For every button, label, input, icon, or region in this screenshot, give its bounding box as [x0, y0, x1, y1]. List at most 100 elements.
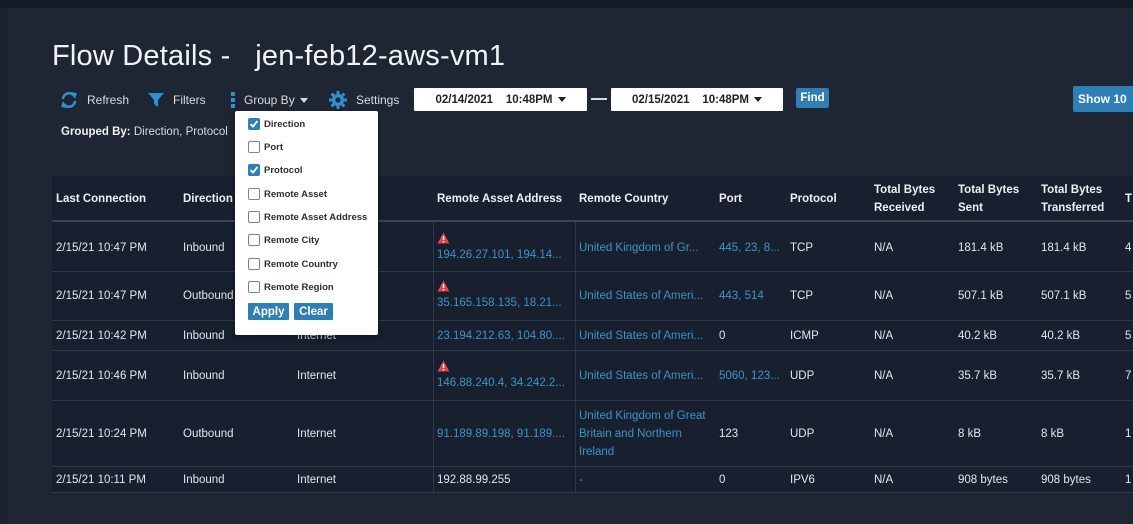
grouped-by-label: Grouped By: [61, 126, 131, 138]
cell-text: 908 bytes [1041, 473, 1091, 486]
settings-button[interactable]: Settings [328, 87, 399, 113]
cell-direction: Inbound [183, 467, 291, 492]
cell-text: IPV6 [790, 473, 815, 486]
date-from-picker[interactable]: 02/14/2021 10:48PM [414, 88, 587, 111]
filter-icon [147, 91, 165, 109]
cell-protocol: IPV6 [790, 467, 868, 492]
cell-port[interactable]: 5060, 123... [719, 351, 784, 400]
cell-text: N/A [874, 290, 894, 302]
flow-table: Last Connection Direction Remote Asset Add… [52, 176, 1133, 493]
checkbox[interactable] [248, 188, 260, 200]
warning-icon [437, 280, 573, 294]
group-option-protocol[interactable]: Protocol [248, 162, 303, 178]
cell-text: 507.1 kB [1041, 290, 1087, 302]
group-option-remote-country[interactable]: Remote Country [248, 256, 338, 272]
table-row[interactable]: 2/15/21 10:47 PM Outbound 35.165.158.135, … [52, 272, 1133, 321]
column-header-remote-asset-address[interactable]: Remote Asset Address [437, 176, 573, 222]
cell-remote-country[interactable]: United Kingdom of Great Britain and Nort… [579, 401, 713, 466]
table-row[interactable]: 2/15/21 10:47 PM Inbound 194.26.27.101, 19… [52, 224, 1133, 272]
cell-text: Internet [297, 473, 336, 486]
cell-extra: 1 [1125, 401, 1133, 466]
cell-text: 2/15/21 10:11 PM [56, 473, 146, 486]
table-row[interactable]: 2/15/21 10:42 PM Inbound Internet 23.194.21… [52, 321, 1133, 351]
clear-button[interactable]: Clear [294, 303, 333, 320]
table-row[interactable]: 2/15/21 10:24 PM Outbound Internet 91.189.8… [52, 401, 1133, 467]
checkmark-icon [249, 120, 259, 128]
cell-remote-asset-address[interactable]: 35.165.158.135, 18.21... [437, 272, 573, 320]
cell-port[interactable]: 443, 514 [719, 272, 784, 320]
cell-text: 123 [719, 427, 739, 440]
cell-direction: Inbound [183, 351, 291, 400]
checkbox[interactable] [248, 258, 260, 270]
cell-text: 2/15/21 10:42 PM [56, 329, 147, 342]
group-option-remote-city[interactable]: Remote City [248, 232, 319, 248]
column-header-protocol[interactable]: Protocol [790, 176, 868, 222]
filters-button[interactable]: Filters [147, 87, 206, 113]
filters-label: Filters [173, 93, 206, 107]
column-header-total-bytes-received[interactable]: Total Bytes Received [874, 176, 952, 222]
cell-remote-country[interactable]: United States of Ameri... [579, 321, 713, 350]
cell-remote-country[interactable]: United Kingdom of Gr... [579, 224, 713, 271]
group-by-button[interactable]: Group By [230, 87, 308, 113]
cell-total-bytes-received: N/A [874, 321, 952, 350]
checkbox[interactable] [248, 234, 260, 246]
group-option-remote-asset-address[interactable]: Remote Asset Address [248, 209, 367, 225]
cell-remote-country[interactable]: - [579, 467, 713, 492]
cell-text: 23.194.212.63, 104.80.... [437, 329, 565, 342]
table-row[interactable]: 2/15/21 10:46 PM Inbound Internet 146.88.24… [52, 351, 1133, 401]
cell-port[interactable]: 445, 23, 8... [719, 224, 784, 271]
cell-text: 908 bytes [958, 473, 1008, 486]
column-header-port[interactable]: Port [719, 176, 784, 222]
checkbox[interactable] [248, 164, 260, 176]
show-count-button[interactable]: Show 10 [1073, 86, 1133, 112]
cell-remote-asset-address[interactable]: 146.88.240.4, 34.242.2... [437, 351, 573, 400]
checkbox[interactable] [248, 141, 260, 153]
checkbox[interactable] [248, 281, 260, 293]
table-header: Last Connection Direction Remote Asset Add… [52, 176, 1133, 222]
column-header-last-connection[interactable]: Last Connection [56, 176, 177, 222]
cell-text: 35.7 kB [958, 369, 997, 382]
cell-text: 4 [1125, 241, 1132, 254]
cell-total-bytes-transferred: 35.7 kB [1041, 351, 1119, 400]
checkbox[interactable] [248, 118, 260, 130]
cell-remote-asset-address[interactable]: 194.26.27.101, 194.14... [437, 224, 573, 271]
group-option-remote-asset[interactable]: Remote Asset [248, 186, 327, 202]
cell-total-bytes-sent: 507.1 kB [958, 272, 1035, 320]
cell-text: 35.7 kB [1041, 369, 1080, 382]
cell-remote-country[interactable]: United States of Ameri... [579, 351, 713, 400]
date-from-value: 02/14/2021 10:48PM [435, 93, 553, 106]
group-option-direction[interactable]: Direction [248, 116, 305, 132]
cell-text: N/A [874, 329, 894, 342]
column-header-remote-country[interactable]: Remote Country [579, 176, 713, 222]
cell-text: 2/15/21 10:24 PM [56, 427, 147, 440]
cell-text: UDP [790, 427, 815, 440]
cell-extra: 7 [1125, 351, 1133, 400]
settings-label: Settings [356, 93, 400, 107]
grouped-by-summary: Grouped By: Direction, Protocol [61, 126, 228, 138]
cell-text: 0 [719, 329, 726, 342]
date-to-picker[interactable]: 02/15/2021 10:48PM [611, 88, 783, 111]
vertical-dots-icon [230, 91, 236, 109]
cell-text: 2/15/21 10:47 PM [56, 290, 147, 302]
refresh-button[interactable]: Refresh [59, 87, 129, 113]
checkbox[interactable] [248, 211, 260, 223]
cell-remote-country[interactable]: United States of Ameri... [579, 272, 713, 320]
cell-protocol: UDP [790, 401, 868, 466]
cell-total-bytes-received: N/A [874, 351, 952, 400]
group-option-remote-region[interactable]: Remote Region [248, 279, 334, 295]
cell-text: Internet [297, 369, 336, 382]
refresh-icon [59, 90, 79, 110]
column-header-total-bytes-sent[interactable]: Total Bytes Sent [958, 176, 1035, 222]
column-divider [575, 222, 576, 493]
group-option-port[interactable]: Port [248, 139, 283, 155]
table-row[interactable]: 2/15/21 10:11 PM Inbound Internet 192.88.99… [52, 467, 1133, 493]
column-header-total-bytes-transferred[interactable]: Total Bytes Transferred [1041, 176, 1119, 222]
apply-button[interactable]: Apply [248, 303, 289, 320]
page-title-prefix: Flow Details - [52, 40, 239, 72]
find-button[interactable]: Find [796, 88, 829, 108]
cell-text: N/A [874, 473, 894, 486]
cell-remote-asset-address[interactable]: 23.194.212.63, 104.80.... [437, 321, 573, 350]
column-header-extra[interactable]: T [1125, 176, 1133, 222]
cell-total-bytes-received: N/A [874, 272, 952, 320]
cell-remote-asset-address[interactable]: 91.189.89.198, 91.189.... [437, 401, 573, 466]
